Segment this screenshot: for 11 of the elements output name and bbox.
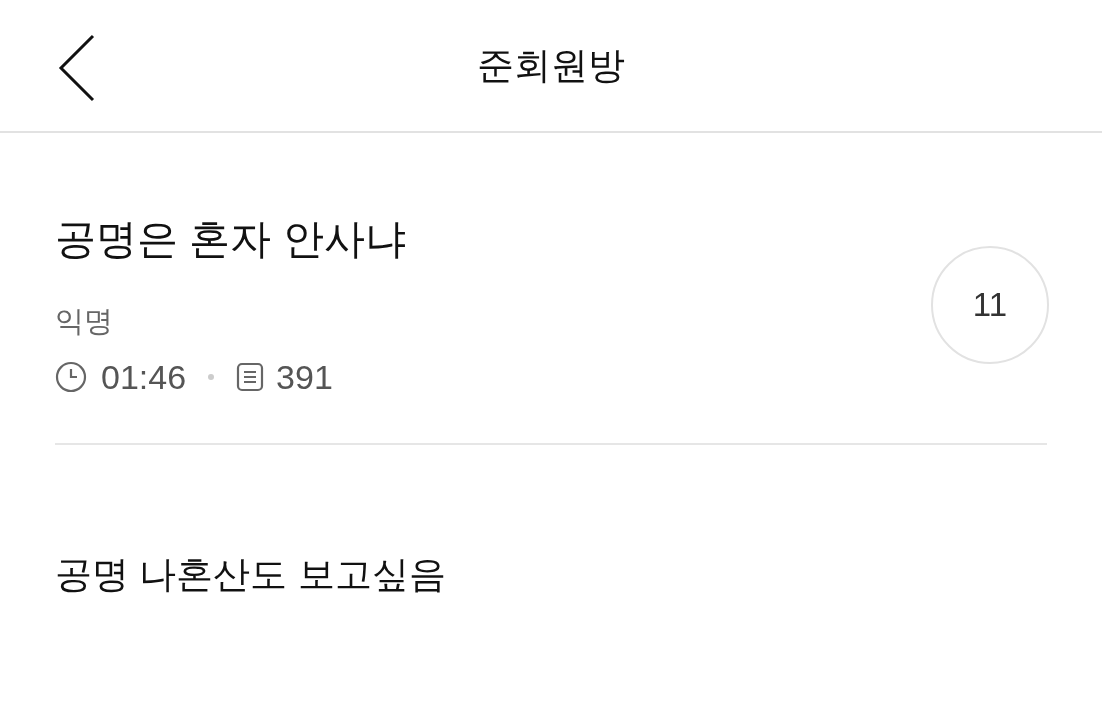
author-name: 익명 — [55, 304, 114, 339]
clock-icon — [55, 361, 87, 393]
back-icon — [57, 34, 97, 102]
document-icon — [236, 362, 265, 392]
post-time: 01:46 — [101, 357, 187, 397]
post-title: 공명은 혼자 안사냐 — [55, 215, 407, 264]
view-count: 391 — [276, 357, 333, 397]
post-body: 공명 나혼산도 보고싶음 — [55, 553, 447, 597]
comment-count-button[interactable]: 11 — [931, 246, 1049, 364]
page-title: 준회원방 — [477, 43, 625, 88]
separator-dot — [208, 374, 215, 380]
